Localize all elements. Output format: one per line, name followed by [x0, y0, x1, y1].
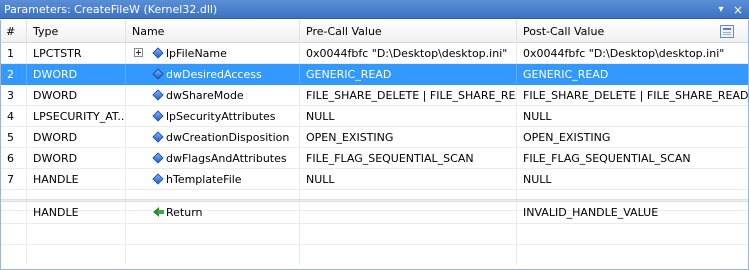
empty-cell [27, 224, 126, 244]
empty-cell [126, 245, 300, 265]
row-name: dwFlagsAndAttributes [166, 151, 287, 165]
table-row[interactable]: 7 HANDLE hTemplateFile NULL NULL [1, 169, 748, 190]
row-num: 4 [1, 106, 27, 126]
column-header-num[interactable]: # [1, 20, 27, 43]
return-num-cell [1, 202, 27, 223]
row-name-cell: dwCreationDisposition [126, 127, 300, 147]
return-type: HANDLE [27, 202, 126, 223]
row-num: 3 [1, 85, 27, 105]
row-name-cell: dwShareMode [126, 85, 300, 105]
empty-cell [27, 245, 126, 265]
parameters-grid: # Type Name Pre-Call Value Post-Call Val… [0, 20, 749, 270]
empty-cell [300, 224, 517, 244]
row-type: DWORD [27, 85, 126, 105]
row-post-value: 0x0044fbfc "D:\Desktop\desktop.ini" [523, 46, 725, 60]
empty-cell [300, 245, 517, 265]
row-num: 2 [1, 64, 27, 84]
table-row[interactable]: 6 DWORD dwFlagsAndAttributes FILE_FLAG_S… [1, 148, 748, 169]
row-pre-value: FILE_FLAG_SEQUENTIAL_SCAN [300, 148, 517, 168]
row-name: lpSecurityAttributes [166, 109, 276, 123]
window-titlebar: Parameters: CreateFileW (Kernel32.dll) ▾… [0, 0, 749, 19]
row-pre-value: OPEN_EXISTING [300, 127, 517, 147]
column-header-post-call-value[interactable]: Post-Call Value [517, 20, 748, 43]
column-header-pre-call-value[interactable]: Pre-Call Value [300, 20, 517, 43]
empty-cell [126, 224, 300, 244]
return-pre-value [300, 202, 517, 223]
row-post-value: FILE_FLAG_SEQUENTIAL_SCAN [523, 151, 691, 165]
expand-plus-icon[interactable] [134, 48, 143, 57]
row-pre-value: GENERIC_READ [300, 64, 517, 84]
row-post-value: NULL [523, 172, 552, 186]
table-row[interactable]: 3 DWORD dwShareMode FILE_SHARE_DELETE | … [1, 85, 748, 106]
table-row[interactable]: 4 LPSECURITY_AT... lpSecurityAttributes … [1, 106, 748, 127]
column-header-type[interactable]: Type [27, 20, 126, 43]
table-row-selected[interactable]: 2 DWORD dwDesiredAccess GENERIC_READ GEN… [1, 64, 748, 85]
row-post-value: OPEN_EXISTING [523, 130, 611, 144]
grid-header: # Type Name Pre-Call Value Post-Call Val… [1, 20, 748, 43]
row-pre-value: NULL [300, 106, 517, 126]
row-name-cell: hTemplateFile [126, 169, 300, 189]
row-name-cell: lpSecurityAttributes [126, 106, 300, 126]
row-type: LPSECURITY_AT... [27, 106, 126, 126]
window-title: Parameters: CreateFileW (Kernel32.dll) [4, 2, 218, 16]
window-options-icon[interactable]: ▾ [713, 2, 729, 17]
row-name: hTemplateFile [166, 172, 242, 186]
row-type: DWORD [27, 148, 126, 168]
empty-cell [517, 224, 748, 244]
row-pre-value: FILE_SHARE_DELETE | FILE_SHARE_READ [300, 85, 517, 105]
row-post-value: NULL [523, 109, 552, 123]
table-row[interactable]: 5 DWORD dwCreationDisposition OPEN_EXIST… [1, 127, 748, 148]
row-pre-value: NULL [300, 169, 517, 189]
return-row[interactable]: HANDLE Return INVALID_HANDLE_VALUE [1, 202, 748, 224]
close-icon[interactable]: × [730, 2, 746, 17]
row-post-value: FILE_SHARE_DELETE | FILE_SHARE_READ [523, 88, 748, 102]
return-post-value: INVALID_HANDLE_VALUE [523, 206, 659, 219]
return-name-cell: Return [126, 202, 300, 223]
row-type: DWORD [27, 127, 126, 147]
table-row[interactable]: 1 LPCTSTR lpFileName 0x0044fbfc "D:\Desk… [1, 43, 748, 64]
empty-cell [517, 245, 748, 265]
row-name-cell: dwDesiredAccess [126, 64, 300, 84]
row-name-cell: dwFlagsAndAttributes [126, 148, 300, 168]
row-num: 6 [1, 148, 27, 168]
empty-cell [1, 224, 27, 244]
row-num: 1 [1, 43, 27, 63]
row-pre-value: 0x0044fbfc "D:\Desktop\desktop.ini" [300, 43, 517, 63]
return-arrow-icon [153, 207, 164, 217]
empty-row [1, 224, 748, 245]
row-name-cell: lpFileName [126, 43, 300, 63]
row-name: dwShareMode [166, 88, 244, 102]
row-num: 7 [1, 169, 27, 189]
row-type: DWORD [27, 64, 126, 84]
row-name: dwDesiredAccess [166, 67, 262, 81]
empty-cell [1, 245, 27, 265]
row-type: LPCTSTR [27, 43, 126, 63]
column-chooser-icon[interactable] [720, 25, 734, 38]
row-post-value: GENERIC_READ [523, 67, 609, 81]
row-name: dwCreationDisposition [166, 130, 290, 144]
empty-row [1, 245, 748, 266]
row-num: 5 [1, 127, 27, 147]
column-header-name[interactable]: Name [126, 20, 300, 43]
row-type: HANDLE [27, 169, 126, 189]
